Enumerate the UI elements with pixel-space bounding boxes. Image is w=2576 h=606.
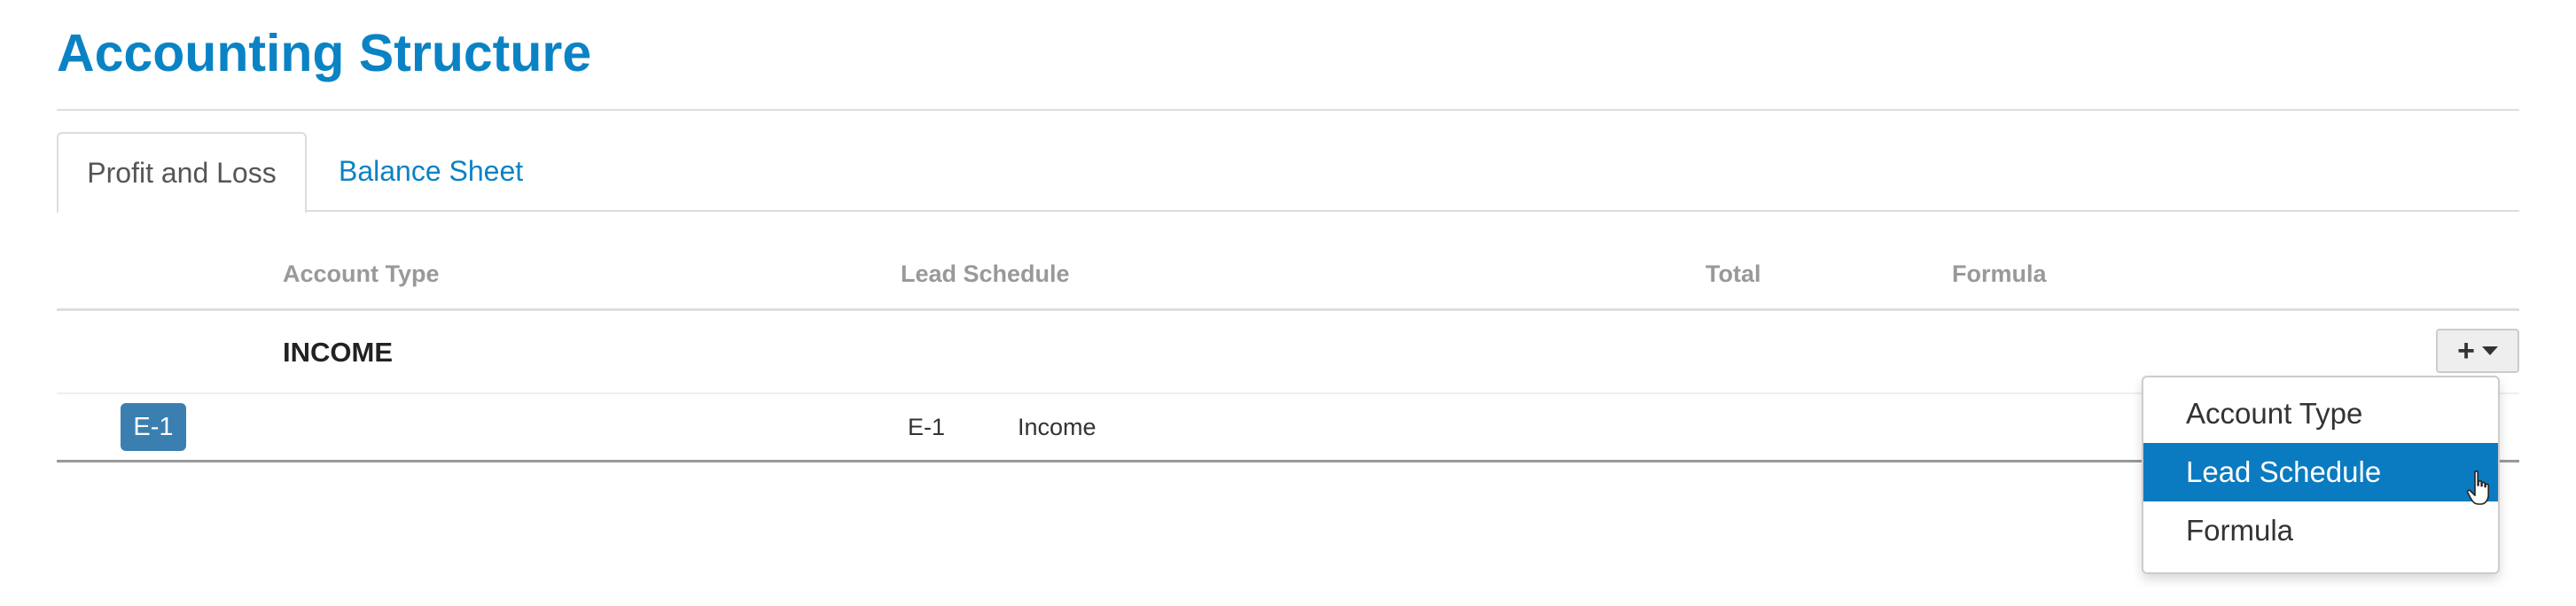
column-header-formula: Formula [1952, 260, 2047, 287]
column-header-account-type: Account Type [283, 260, 440, 287]
lead-badge[interactable]: E-1 [121, 403, 186, 451]
tab-bar-underline [57, 210, 2519, 212]
accounting-structure-page: Accounting Structure Profit and Loss Bal… [0, 0, 2576, 606]
menu-item-label: Lead Schedule [2186, 455, 2382, 488]
add-dropdown-button[interactable]: + [2436, 329, 2519, 373]
column-header-total: Total [1706, 260, 1761, 287]
menu-item-formula[interactable]: Formula [2143, 501, 2498, 560]
lead-schedule-name: Income [1018, 414, 1097, 440]
menu-item-lead-schedule[interactable]: Lead Schedule [2143, 443, 2498, 505]
page-title: Accounting Structure [57, 24, 592, 82]
column-header-lead-schedule: Lead Schedule [901, 260, 1070, 287]
lead-schedule-code: E-1 [908, 414, 946, 440]
table-header-row: Account Type Lead Schedule Total Formula [57, 237, 2519, 311]
account-type-label: INCOME [283, 337, 393, 368]
tab-profit-and-loss[interactable]: Profit and Loss [57, 132, 307, 214]
plus-icon: + [2457, 334, 2475, 368]
menu-item-account-type[interactable]: Account Type [2143, 385, 2498, 443]
add-dropdown-menu: Account Type Lead Schedule Formula [2142, 376, 2500, 574]
caret-down-icon [2481, 346, 2498, 355]
tab-bar: Profit and Loss Balance Sheet [57, 132, 2519, 214]
tab-balance-sheet[interactable]: Balance Sheet [339, 132, 523, 210]
title-divider [57, 109, 2519, 111]
